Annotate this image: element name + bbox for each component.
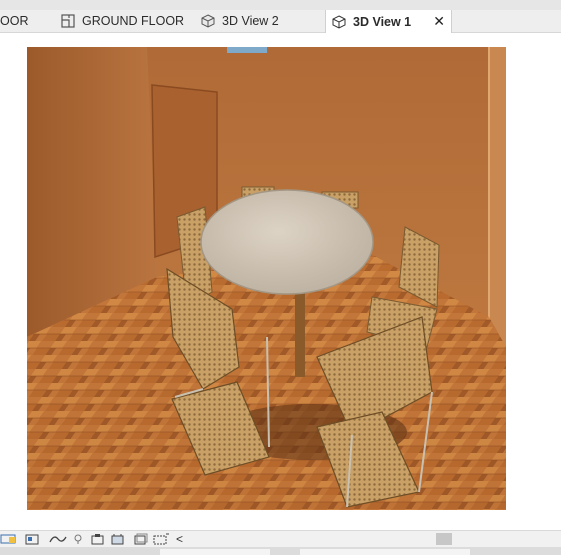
view-control-bar: <	[0, 530, 561, 547]
detail-level-icon[interactable]	[24, 533, 44, 545]
show-crop-icon[interactable]	[132, 533, 148, 545]
tab-label: 3D View 1	[353, 14, 412, 29]
tab-label: GROUND FLOOR	[82, 14, 185, 28]
tab-label: 3D View 2	[222, 14, 279, 28]
top-strip	[0, 0, 561, 10]
bottom-strip	[0, 547, 561, 555]
tab-floor-plan-truncated[interactable]: OOR	[0, 10, 52, 32]
rendered-3d-view[interactable]	[27, 47, 506, 510]
visual-style-icon[interactable]	[48, 533, 68, 545]
render-image	[27, 47, 506, 510]
tab-label: OOR	[0, 14, 29, 28]
sun-path-icon[interactable]	[72, 533, 84, 545]
tab-3d-view-1[interactable]: 3D View 1 ✕	[325, 10, 452, 33]
bottom-strip-segment	[160, 549, 270, 555]
view-tab-bar: OOR GROUND FLOOR 3D View 2 3D View 1 ✕	[0, 10, 561, 33]
unlock-3d-icon[interactable]	[152, 533, 170, 545]
scale-icon[interactable]	[0, 533, 20, 545]
3d-view-icon	[331, 14, 347, 30]
close-icon[interactable]: ✕	[433, 13, 445, 29]
tab-ground-floor[interactable]: GROUND FLOOR	[60, 10, 190, 32]
crop-view-icon[interactable]	[110, 533, 126, 545]
shadows-icon[interactable]	[90, 533, 106, 545]
3d-view-icon	[200, 13, 216, 29]
horizontal-scrollbar-thumb[interactable]	[436, 533, 452, 545]
floor-plan-icon	[60, 13, 76, 29]
scroll-left-icon[interactable]: <	[176, 533, 183, 545]
bottom-strip-segment	[300, 549, 470, 555]
tab-3d-view-2[interactable]: 3D View 2	[200, 10, 310, 32]
